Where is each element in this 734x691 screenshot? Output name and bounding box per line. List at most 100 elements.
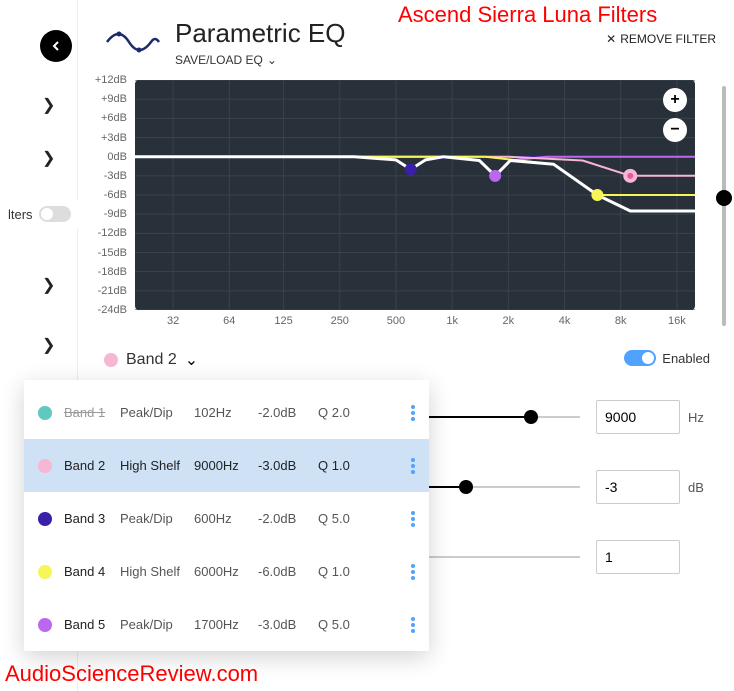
band-freq: 9000Hz — [194, 458, 258, 473]
band-dropdown-item[interactable]: Band 2High Shelf9000Hz-3.0dBQ 1.0 — [24, 439, 429, 492]
band-q: Q 1.0 — [318, 458, 366, 473]
band-enabled-row: Enabled — [624, 350, 710, 366]
param-row-gain: dB — [390, 470, 710, 504]
filters-label: lters — [8, 207, 33, 222]
y-tick-label: -6dB — [104, 189, 127, 201]
band-color-dot — [104, 353, 118, 367]
band-name: Band 2 — [64, 458, 120, 473]
band-type: Peak/Dip — [120, 511, 194, 526]
band-type: Peak/Dip — [120, 405, 194, 420]
band-gain: -3.0dB — [258, 617, 318, 632]
band-dropdown-item[interactable]: Band 1Peak/Dip102Hz-2.0dBQ 2.0 — [24, 386, 429, 439]
vertical-slider-knob[interactable] — [716, 190, 732, 206]
section-chevron-2[interactable]: ❯ — [42, 148, 55, 168]
chart-y-labels: +12dB+9dB+6dB+3dB0dB-3dB-6dB-9dB-12dB-15… — [85, 80, 133, 310]
close-icon: ✕ — [606, 32, 616, 46]
band-q: Q 1.0 — [318, 564, 366, 579]
kebab-menu-icon[interactable] — [411, 564, 415, 580]
kebab-menu-icon[interactable] — [411, 511, 415, 527]
band-name: Band 3 — [64, 511, 120, 526]
band-dropdown-item[interactable]: Band 5Peak/Dip1700Hz-3.0dBQ 5.0 — [24, 598, 429, 651]
frequency-input[interactable] — [596, 400, 680, 434]
x-tick-label: 125 — [274, 315, 292, 327]
vertical-gain-slider[interactable] — [722, 86, 726, 326]
zoom-out-button[interactable]: − — [663, 118, 687, 142]
band-color-dot — [38, 406, 52, 420]
band-q: Q 5.0 — [318, 511, 366, 526]
y-tick-label: -3dB — [104, 170, 127, 182]
band-color-dot — [38, 565, 52, 579]
section-chevron-4[interactable]: ❯ — [42, 335, 55, 355]
frequency-unit: Hz — [688, 410, 710, 425]
x-tick-label: 32 — [167, 315, 179, 327]
save-load-label: SAVE/LOAD EQ — [175, 53, 263, 67]
band-enabled-toggle[interactable] — [624, 350, 656, 366]
y-tick-label: -24dB — [98, 304, 127, 316]
kebab-menu-icon[interactable] — [411, 405, 415, 421]
band-color-dot — [38, 512, 52, 526]
band-type: High Shelf — [120, 564, 194, 579]
section-chevron-1[interactable]: ❯ — [42, 95, 55, 115]
band-q: Q 5.0 — [318, 617, 366, 632]
band-name: Band 5 — [64, 617, 120, 632]
band-name: Band 1 — [64, 405, 120, 420]
chevron-down-icon: ⌄ — [267, 53, 277, 67]
enabled-label: Enabled — [662, 351, 710, 366]
y-tick-label: -9dB — [104, 208, 127, 220]
y-tick-label: +3dB — [101, 132, 127, 144]
band-gain: -3.0dB — [258, 458, 318, 473]
band-type: Peak/Dip — [120, 617, 194, 632]
band-color-dot — [38, 459, 52, 473]
band-dropdown: Band 1Peak/Dip102Hz-2.0dBQ 2.0Band 2High… — [24, 380, 429, 651]
frequency-slider-knob[interactable] — [524, 410, 538, 424]
gain-slider-knob[interactable] — [459, 480, 473, 494]
x-tick-label: 2k — [503, 315, 515, 327]
band-freq: 6000Hz — [194, 564, 258, 579]
back-button[interactable] — [40, 30, 72, 62]
param-row-frequency: Hz — [390, 400, 710, 434]
y-tick-label: -18dB — [98, 266, 127, 278]
band-dropdown-item[interactable]: Band 4High Shelf6000Hz-6.0dBQ 1.0 — [24, 545, 429, 598]
zoom-in-button[interactable]: + — [663, 88, 687, 112]
parametric-eq-icon — [105, 18, 161, 62]
eq-chart-container: +12dB+9dB+6dB+3dB0dB-3dB-6dB-9dB-12dB-15… — [85, 80, 711, 335]
filters-toggle[interactable] — [39, 206, 71, 222]
band-dropdown-item[interactable]: Band 3Peak/Dip600Hz-2.0dBQ 5.0 — [24, 492, 429, 545]
band-gain: -2.0dB — [258, 405, 318, 420]
band-name: Band 4 — [64, 564, 120, 579]
band-gain: -2.0dB — [258, 511, 318, 526]
band-params: Hz dB — [390, 400, 710, 610]
x-tick-label: 1k — [446, 315, 458, 327]
page-title: Parametric EQ — [175, 18, 346, 49]
gain-unit: dB — [688, 480, 710, 495]
y-tick-label: 0dB — [107, 151, 127, 163]
gain-input[interactable] — [596, 470, 680, 504]
band-q: Q 2.0 — [318, 405, 366, 420]
x-tick-label: 4k — [559, 315, 571, 327]
band-freq: 1700Hz — [194, 617, 258, 632]
filters-toggle-row: lters — [0, 200, 79, 228]
x-tick-label: 16k — [668, 315, 686, 327]
kebab-menu-icon[interactable] — [411, 617, 415, 633]
band-selector-label: Band 2 — [126, 351, 177, 369]
section-chevron-3[interactable]: ❯ — [42, 275, 55, 295]
eq-chart[interactable]: + − — [135, 80, 695, 310]
band-gain: -6.0dB — [258, 564, 318, 579]
y-tick-label: -21dB — [98, 285, 127, 297]
remove-filter-button[interactable]: ✕ REMOVE FILTER — [606, 32, 716, 46]
band-freq: 102Hz — [194, 405, 258, 420]
kebab-menu-icon[interactable] — [411, 458, 415, 474]
param-row-q — [390, 540, 710, 574]
y-tick-label: -12dB — [98, 227, 127, 239]
x-tick-label: 8k — [615, 315, 627, 327]
y-tick-label: +12dB — [95, 74, 127, 86]
save-load-eq-button[interactable]: SAVE/LOAD EQ ⌄ — [175, 53, 346, 67]
band-freq: 600Hz — [194, 511, 258, 526]
q-input[interactable] — [596, 540, 680, 574]
y-tick-label: -15dB — [98, 247, 127, 259]
x-tick-label: 500 — [387, 315, 405, 327]
y-tick-label: +6dB — [101, 112, 127, 124]
band-selector[interactable]: Band 2 ⌄ — [104, 350, 198, 370]
band-type: High Shelf — [120, 458, 194, 473]
x-tick-label: 250 — [331, 315, 349, 327]
